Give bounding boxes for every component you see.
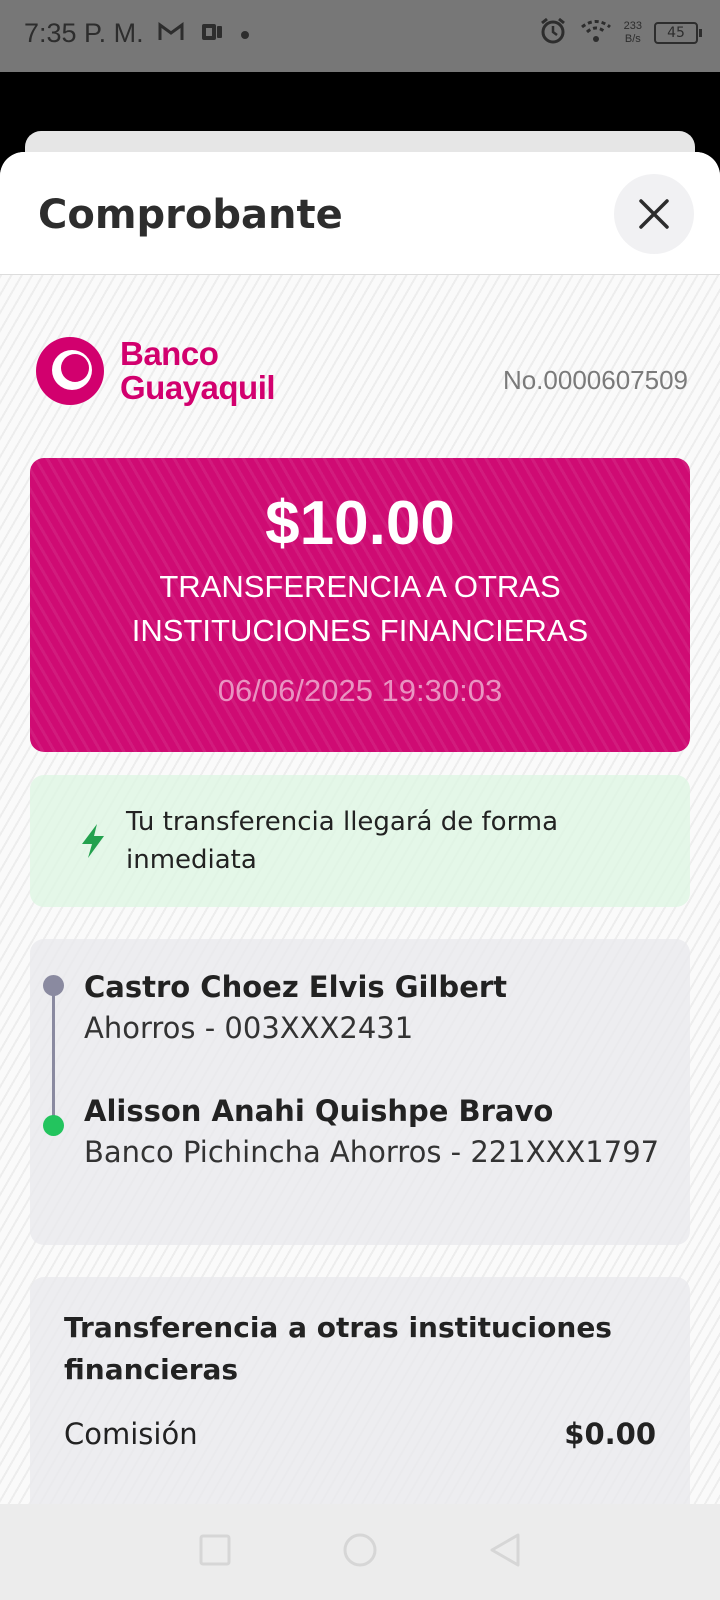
receipt-sheet: Comprobante Banco Guayaquil No.000060750… — [0, 152, 720, 1504]
status-right-icons: 233 B/s 45 — [538, 16, 702, 50]
transfer-datetime: 06/06/2025 19:30:03 — [217, 673, 503, 708]
timeline-line — [52, 987, 55, 1127]
bank-name-line2: Guayaquil — [120, 369, 276, 406]
transfer-details: Transferencia a otras instituciones fina… — [30, 1277, 690, 1504]
notification-icons — [158, 20, 250, 48]
triangle-back-icon — [490, 1533, 520, 1567]
gmail-icon — [158, 22, 184, 46]
origin-name: Castro Choez Elvis Gilbert — [84, 970, 508, 1004]
destination-dot — [43, 1115, 64, 1136]
fee-value: $0.00 — [564, 1417, 656, 1451]
bank-logo: Banco Guayaquil — [34, 335, 276, 407]
origin-account: Ahorros - 003XXX2431 — [84, 1011, 414, 1045]
battery-icon: 45 — [654, 22, 702, 44]
bank-name-line1: Banco — [120, 335, 219, 372]
bank-logo-icon — [36, 337, 104, 405]
sheet-header: Comprobante — [0, 152, 720, 275]
recents-button[interactable] — [198, 1533, 232, 1571]
status-bar: 7:35 P. M. 233 B/s 45 — [0, 0, 720, 72]
destination-account: Banco Pichincha Ahorros - 221XXX1797 — [84, 1135, 660, 1169]
network-speed: 233 B/s — [624, 20, 642, 46]
network-speed-value: 233 — [623, 20, 642, 32]
receipt-content: Banco Guayaquil No.0000607509 $10.00 TRA… — [0, 275, 720, 1504]
back-button[interactable] — [488, 1532, 522, 1572]
square-icon — [199, 1534, 231, 1566]
instant-transfer-notice: Tu transferencia llegará de forma inmedi… — [30, 775, 690, 907]
bank-logo-text: Banco Guayaquil — [120, 335, 276, 406]
sheet-title: Comprobante — [38, 192, 343, 238]
amount-card: $10.00 TRANSFERENCIA A OTRAS INSTITUCION… — [30, 458, 690, 752]
home-button[interactable] — [342, 1532, 378, 1572]
lightning-icon — [68, 823, 118, 859]
fee-row: Comisión $0.00 — [64, 1417, 656, 1451]
circle-icon — [343, 1533, 377, 1567]
notice-text: Tu transferencia llegará de forma inmedi… — [126, 807, 559, 875]
more-notifications-dot-icon — [240, 25, 250, 44]
network-speed-unit: B/s — [624, 33, 641, 45]
destination-name: Alisson Anahi Quishpe Bravo — [84, 1094, 554, 1128]
transfer-type-label: TRANSFERENCIA A OTRAS INSTITUCIONES FINA… — [131, 569, 589, 648]
origin-dot — [43, 975, 64, 996]
close-button[interactable] — [614, 174, 694, 254]
status-time: 7:35 P. M. — [24, 18, 144, 48]
app-notification-icon — [200, 20, 224, 48]
system-nav-bar — [0, 1504, 720, 1600]
close-icon — [639, 199, 669, 229]
destination-party: Alisson Anahi Quishpe Bravo Banco Pichin… — [84, 1091, 664, 1173]
receipt-number: No.0000607509 — [502, 365, 688, 395]
alarm-icon — [538, 16, 568, 50]
details-title: Transferencia a otras instituciones fina… — [64, 1311, 612, 1386]
fee-label: Comisión — [64, 1417, 198, 1451]
origin-party: Castro Choez Elvis Gilbert Ahorros - 003… — [84, 967, 664, 1049]
transfer-parties: Castro Choez Elvis Gilbert Ahorros - 003… — [30, 939, 690, 1245]
wifi-icon — [580, 18, 612, 48]
transfer-amount: $10.00 — [265, 489, 455, 558]
